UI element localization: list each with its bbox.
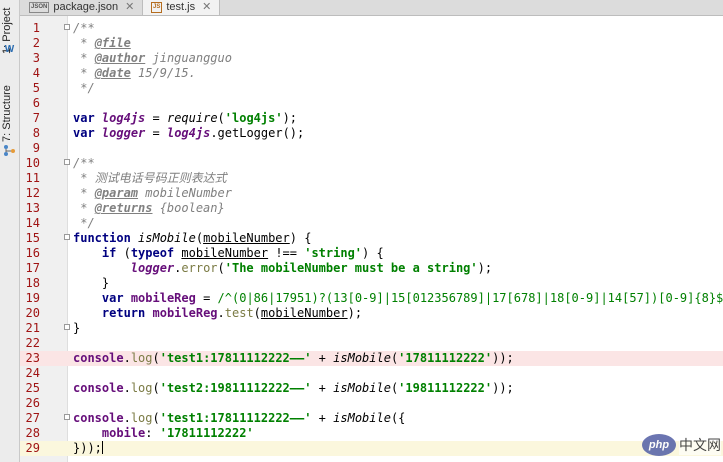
code-line[interactable]: 22 xyxy=(20,336,723,351)
code-line[interactable]: 3 * @author jinguangguo xyxy=(20,51,723,66)
line-number: 25 xyxy=(25,381,40,395)
code-editor[interactable]: 1/** 2 * @file 3 * @author jinguangguo 4… xyxy=(20,21,723,456)
line-number: 4 xyxy=(32,66,40,80)
structure-icon xyxy=(4,145,15,156)
line-number: 11 xyxy=(25,171,40,185)
code-line[interactable]: 6 xyxy=(20,96,723,111)
line-number: 29 xyxy=(25,441,40,455)
close-icon[interactable]: ✕ xyxy=(125,1,134,14)
line-number: 24 xyxy=(25,366,40,380)
line-number: 15 xyxy=(25,231,40,245)
code-line[interactable]: 10/** xyxy=(20,156,723,171)
code-line[interactable]: 9 xyxy=(20,141,723,156)
line-number: 12 xyxy=(25,186,40,200)
code-line[interactable]: 18 } xyxy=(20,276,723,291)
code-line[interactable]: 25 console.log('test2:19811112222——' + is… xyxy=(20,381,723,396)
line-number: 21 xyxy=(25,321,40,335)
code-line[interactable]: 19 var mobileReg = /^(0|86|17951)?(13[0-… xyxy=(20,291,723,306)
code-line[interactable]: 4 * @date 15/9/15. xyxy=(20,66,723,81)
webstorm-icon: W xyxy=(4,44,15,55)
structure-tool-button[interactable]: 7: Structure xyxy=(1,78,13,142)
line-number: 22 xyxy=(25,336,40,350)
line-number: 19 xyxy=(25,291,40,305)
tab-label: package.json xyxy=(53,1,119,13)
json-file-icon: JSON xyxy=(29,2,50,13)
tab-test-js[interactable]: JS test.js ✕ xyxy=(142,0,221,15)
line-number: 6 xyxy=(32,96,40,110)
line-number: 26 xyxy=(25,396,40,410)
line-number: 18 xyxy=(25,276,40,290)
code-line[interactable]: 24 xyxy=(20,366,723,381)
code-line[interactable]: 13 * @returns {boolean} xyxy=(20,201,723,216)
code-line[interactable]: 11 * 测试电话号码正则表达式 xyxy=(20,171,723,186)
code-line[interactable]: 21} xyxy=(20,321,723,336)
line-number: 23 xyxy=(25,351,40,365)
code-line[interactable]: 14 */ xyxy=(20,216,723,231)
text-caret xyxy=(101,441,103,454)
line-number: 5 xyxy=(32,81,40,95)
line-number: 17 xyxy=(25,261,40,275)
js-file-icon: JS xyxy=(151,2,163,13)
code-line-current[interactable]: 29})); xyxy=(20,441,723,456)
code-line[interactable]: 1/** xyxy=(20,21,723,36)
tool-window-strip: 1: Project W 7: Structure xyxy=(0,0,20,462)
line-number: 20 xyxy=(25,306,40,320)
tab-package-json[interactable]: JSON package.json ✕ xyxy=(29,0,134,15)
code-line[interactable]: 5 */ xyxy=(20,81,723,96)
code-line[interactable]: 7 var log4js = require('log4js'); xyxy=(20,111,723,126)
watermark: php 中文网 xyxy=(642,432,721,458)
code-line[interactable]: 17 logger.error('The mobileNumber must b… xyxy=(20,261,723,276)
tab-label: test.js xyxy=(166,1,196,13)
line-number: 14 xyxy=(25,216,40,230)
code-line[interactable]: 16 if (typeof mobileNumber !== 'string')… xyxy=(20,246,723,261)
line-number: 3 xyxy=(32,51,40,65)
close-icon[interactable]: ✕ xyxy=(202,1,211,14)
line-number: 7 xyxy=(32,111,40,125)
php-logo: php xyxy=(642,434,676,456)
code-line[interactable]: 27 console.log('test1:17811112222——' + is… xyxy=(20,411,723,426)
code-line[interactable]: 26 xyxy=(20,396,723,411)
line-number: 13 xyxy=(25,201,40,215)
line-number: 16 xyxy=(25,246,40,260)
code-line[interactable]: 20 return mobileReg.test(mobileNumber); xyxy=(20,306,723,321)
code-line[interactable]: 8 var logger = log4js.getLogger(); xyxy=(20,126,723,141)
editor-tab-bar: JSON package.json ✕ JS test.js ✕ xyxy=(20,0,723,16)
code-line[interactable]: 2 * @file xyxy=(20,36,723,51)
code-line[interactable]: 15 function isMobile(mobileNumber) { xyxy=(20,231,723,246)
line-number: 8 xyxy=(32,126,40,140)
line-number: 27 xyxy=(25,411,40,425)
code-line-breakpoint[interactable]: 23 console.log('test1:17811112222——' + is… xyxy=(20,351,723,366)
line-number: 2 xyxy=(32,36,40,50)
line-number: 28 xyxy=(25,426,40,440)
code-line[interactable]: 12 * @param mobileNumber xyxy=(20,186,723,201)
line-number: 10 xyxy=(25,156,40,170)
watermark-text: 中文网 xyxy=(679,435,721,455)
line-number: 1 xyxy=(32,21,40,35)
code-line[interactable]: 28 mobile: '17811112222' xyxy=(20,426,723,441)
line-number: 9 xyxy=(32,141,40,155)
